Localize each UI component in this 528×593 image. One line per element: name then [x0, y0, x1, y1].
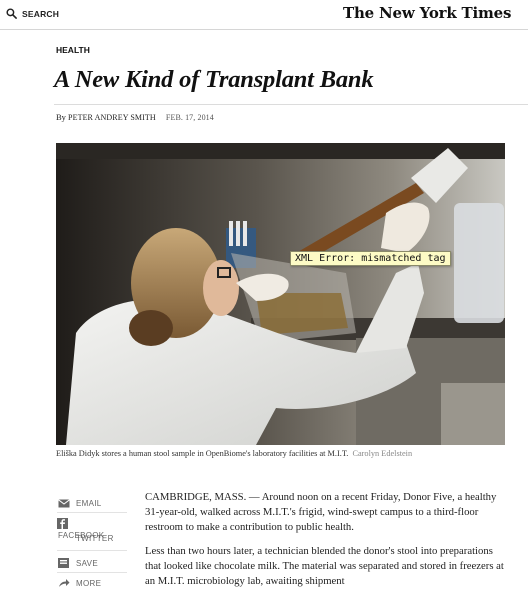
- share-facebook-button[interactable]: [57, 514, 71, 532]
- share-email-label: EMAIL: [76, 498, 102, 508]
- body-paragraph: CAMBRIDGE, MASS. — Around noon on a rece…: [145, 491, 497, 534]
- publish-date: FEB. 17, 2014: [165, 113, 214, 122]
- search-label: SEARCH: [22, 8, 60, 19]
- byline: By PETER ANDREY SMITH FEB. 17, 2014: [56, 112, 214, 122]
- caption-text: Eliška Didyk stores a human stool sample…: [56, 449, 349, 458]
- search-button[interactable]: SEARCH: [6, 8, 59, 19]
- share-divider: [57, 512, 127, 513]
- byline-prefix: By: [56, 112, 66, 122]
- nyt-logo[interactable]: The New York Times: [343, 4, 511, 22]
- email-icon: [57, 497, 70, 509]
- share-email-button[interactable]: EMAIL: [57, 494, 127, 512]
- share-more-label: MORE: [76, 578, 102, 588]
- body-paragraph: Less than two hours later, a technician …: [145, 544, 504, 588]
- photo-caption: Eliška Didyk stores a human stool sample…: [56, 449, 412, 458]
- share-save-button[interactable]: SAVE: [57, 554, 127, 572]
- share-more-button[interactable]: MORE: [57, 574, 127, 592]
- share-twitter-label[interactable]: TWITTER: [76, 534, 114, 543]
- save-icon: [57, 557, 70, 569]
- share-arrow-icon: [57, 577, 70, 589]
- section-label[interactable]: HEALTH: [56, 45, 90, 55]
- xml-error-tooltip: XML Error: mismatched tag: [290, 251, 451, 266]
- share-save-label: SAVE: [76, 558, 98, 568]
- article-body: CAMBRIDGE, MASS. — Around noon on a rece…: [145, 490, 505, 593]
- photo-credit: Carolyn Edelstein: [352, 449, 413, 458]
- facebook-icon: [57, 517, 68, 529]
- share-divider: [57, 550, 127, 551]
- author-name[interactable]: PETER ANDREY SMITH: [68, 113, 156, 122]
- share-divider: [57, 572, 127, 573]
- header-divider: [54, 104, 528, 105]
- article-photo: [56, 143, 505, 445]
- search-icon: [6, 8, 17, 19]
- headline: A New Kind of Transplant Bank: [54, 66, 374, 93]
- top-bar: SEARCH The New York Times: [0, 0, 528, 30]
